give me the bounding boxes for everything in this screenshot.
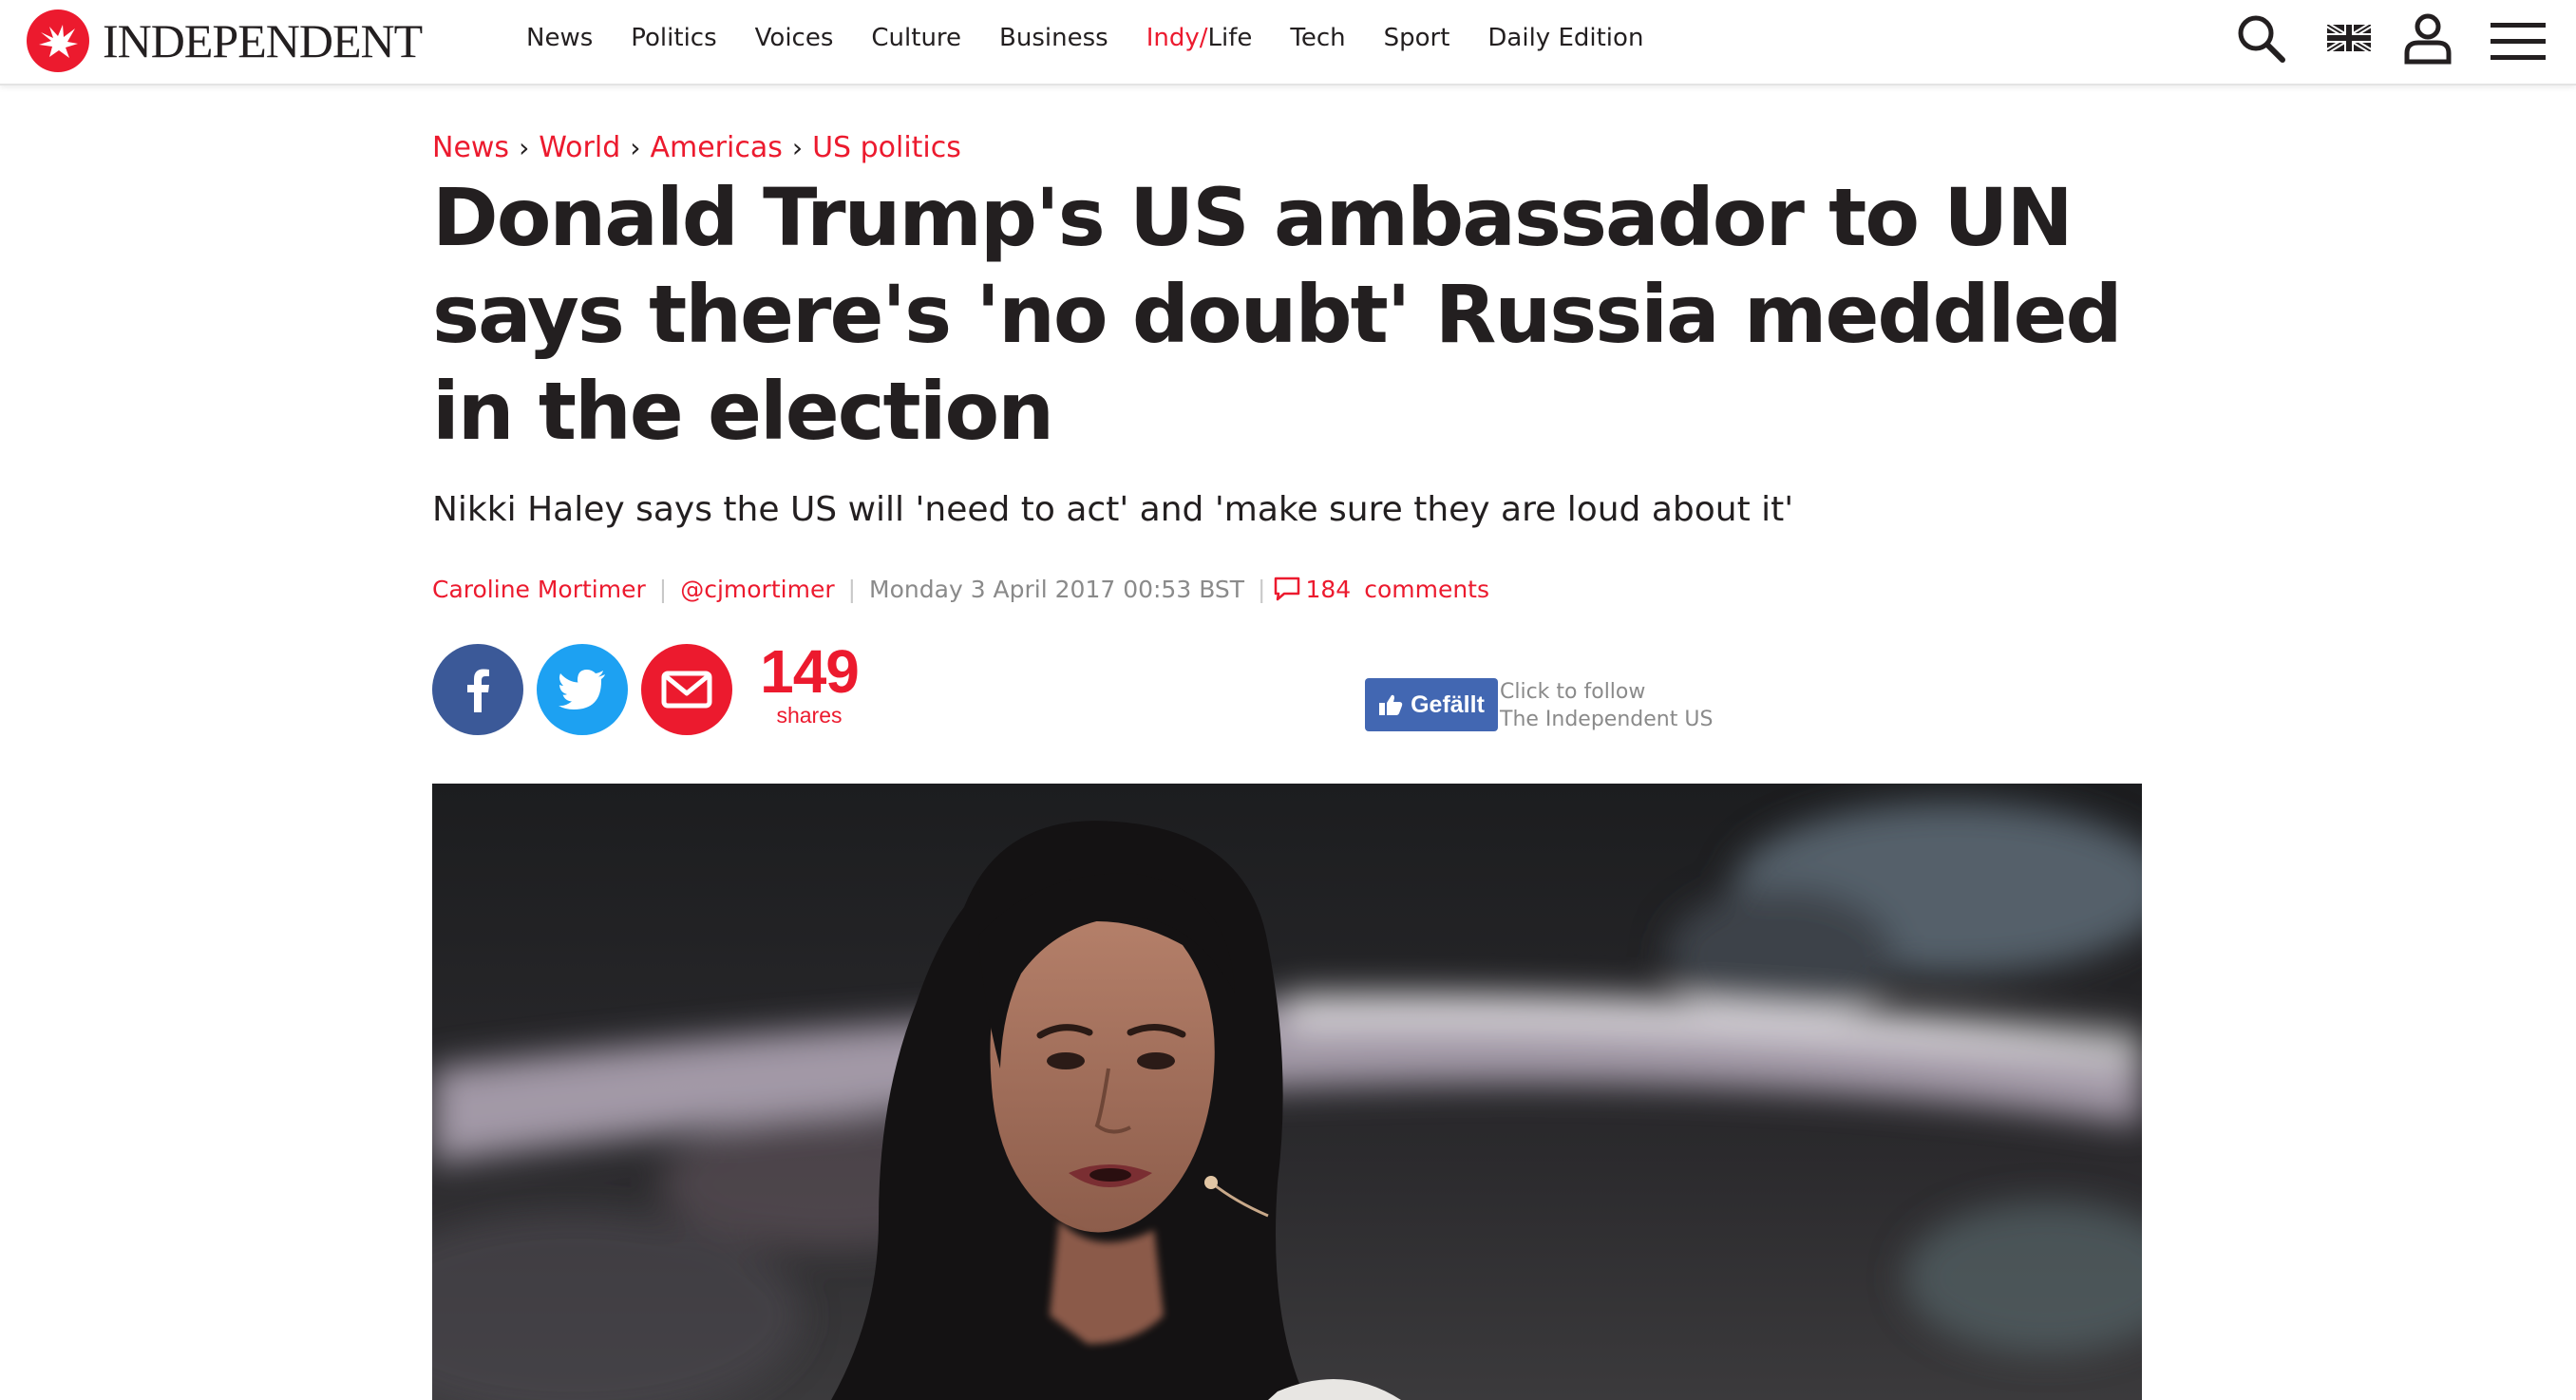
breadcrumb-world[interactable]: World	[539, 131, 620, 164]
nav-item-tech[interactable]: Tech	[1290, 24, 1345, 52]
eagle-logo-icon	[27, 9, 89, 72]
facebook-follow-widget: Gefällt Click to follow The Independent …	[1365, 678, 1713, 733]
menu-icon[interactable]	[2491, 23, 2546, 65]
top-navigation-bar: INDEPENDENT News Politics Voices Culture…	[0, 0, 2576, 85]
site-logo[interactable]: INDEPENDENT	[27, 8, 423, 74]
breadcrumb-separator: ›	[519, 132, 530, 163]
nav-item-indy-life[interactable]: Indy/Life	[1146, 24, 1253, 52]
breadcrumb-news[interactable]: News	[432, 131, 509, 164]
site-logo-text: INDEPENDENT	[103, 14, 423, 67]
follow-text-line1: Click to follow	[1500, 680, 1646, 704]
article-headline: Donald Trump's US ambassador to UN says …	[432, 171, 2123, 458]
portrait-photo-illustration	[432, 784, 2142, 1400]
nav-item-sport[interactable]: Sport	[1384, 24, 1450, 52]
nav-item-daily-edition[interactable]: Daily Edition	[1487, 24, 1643, 52]
breadcrumb-americas[interactable]: Americas	[650, 131, 782, 164]
nav-item-business[interactable]: Business	[999, 24, 1108, 52]
user-icon[interactable]	[2402, 11, 2453, 68]
article-byline: Caroline Mortimer | @cjmortimer | Monday…	[432, 570, 1489, 608]
byline-divider: |	[658, 575, 668, 603]
breadcrumb: News › World › Americas › US politics	[432, 131, 961, 164]
nav-item-indy-prefix: Indy/	[1146, 24, 1208, 52]
twitter-icon	[559, 670, 605, 709]
nav-item-politics[interactable]: Politics	[631, 24, 716, 52]
nav-item-news[interactable]: News	[526, 24, 593, 52]
nav-item-life-suffix: Life	[1207, 24, 1253, 52]
envelope-icon	[661, 671, 712, 709]
nav-item-voices[interactable]: Voices	[755, 24, 834, 52]
share-count: 149 shares	[753, 640, 865, 728]
main-nav: News Politics Voices Culture Business In…	[526, 0, 1681, 76]
follow-text-line2: The Independent US	[1500, 708, 1714, 731]
author-link[interactable]: Caroline Mortimer	[432, 576, 646, 603]
share-count-label: shares	[776, 703, 843, 728]
uk-flag-icon[interactable]	[2325, 22, 2373, 55]
facebook-share-button[interactable]	[432, 644, 523, 735]
breadcrumb-separator: ›	[791, 132, 804, 163]
share-count-number: 149	[760, 637, 860, 706]
article-standfirst: Nikki Haley says the US will 'need to ac…	[432, 490, 1794, 529]
breadcrumb-us-politics[interactable]: US politics	[812, 131, 961, 164]
facebook-like-button[interactable]: Gefällt	[1365, 678, 1498, 731]
nav-item-culture[interactable]: Culture	[871, 24, 961, 52]
twitter-share-button[interactable]	[537, 644, 628, 735]
search-icon[interactable]	[2234, 11, 2287, 68]
follow-text: Click to follow The Independent US	[1500, 678, 1713, 733]
byline-divider: |	[847, 575, 857, 603]
facebook-icon	[467, 669, 489, 712]
article-hero-photo	[432, 784, 2142, 1400]
byline-divider: |	[1258, 575, 1266, 603]
comments-label: comments	[1364, 575, 1490, 603]
facebook-like-label: Gefällt	[1411, 691, 1485, 718]
publish-date: Monday 3 April 2017 00:53 BST	[869, 575, 1245, 603]
comment-bubble-icon	[1275, 577, 1300, 601]
comments-link[interactable]: 184 comments	[1273, 576, 1489, 603]
breadcrumb-separator: ›	[630, 132, 641, 163]
author-twitter-link[interactable]: @cjmortimer	[680, 576, 834, 603]
email-share-button[interactable]	[641, 644, 732, 735]
thumbs-up-icon	[1379, 694, 1403, 715]
comments-count: 184	[1305, 575, 1352, 603]
